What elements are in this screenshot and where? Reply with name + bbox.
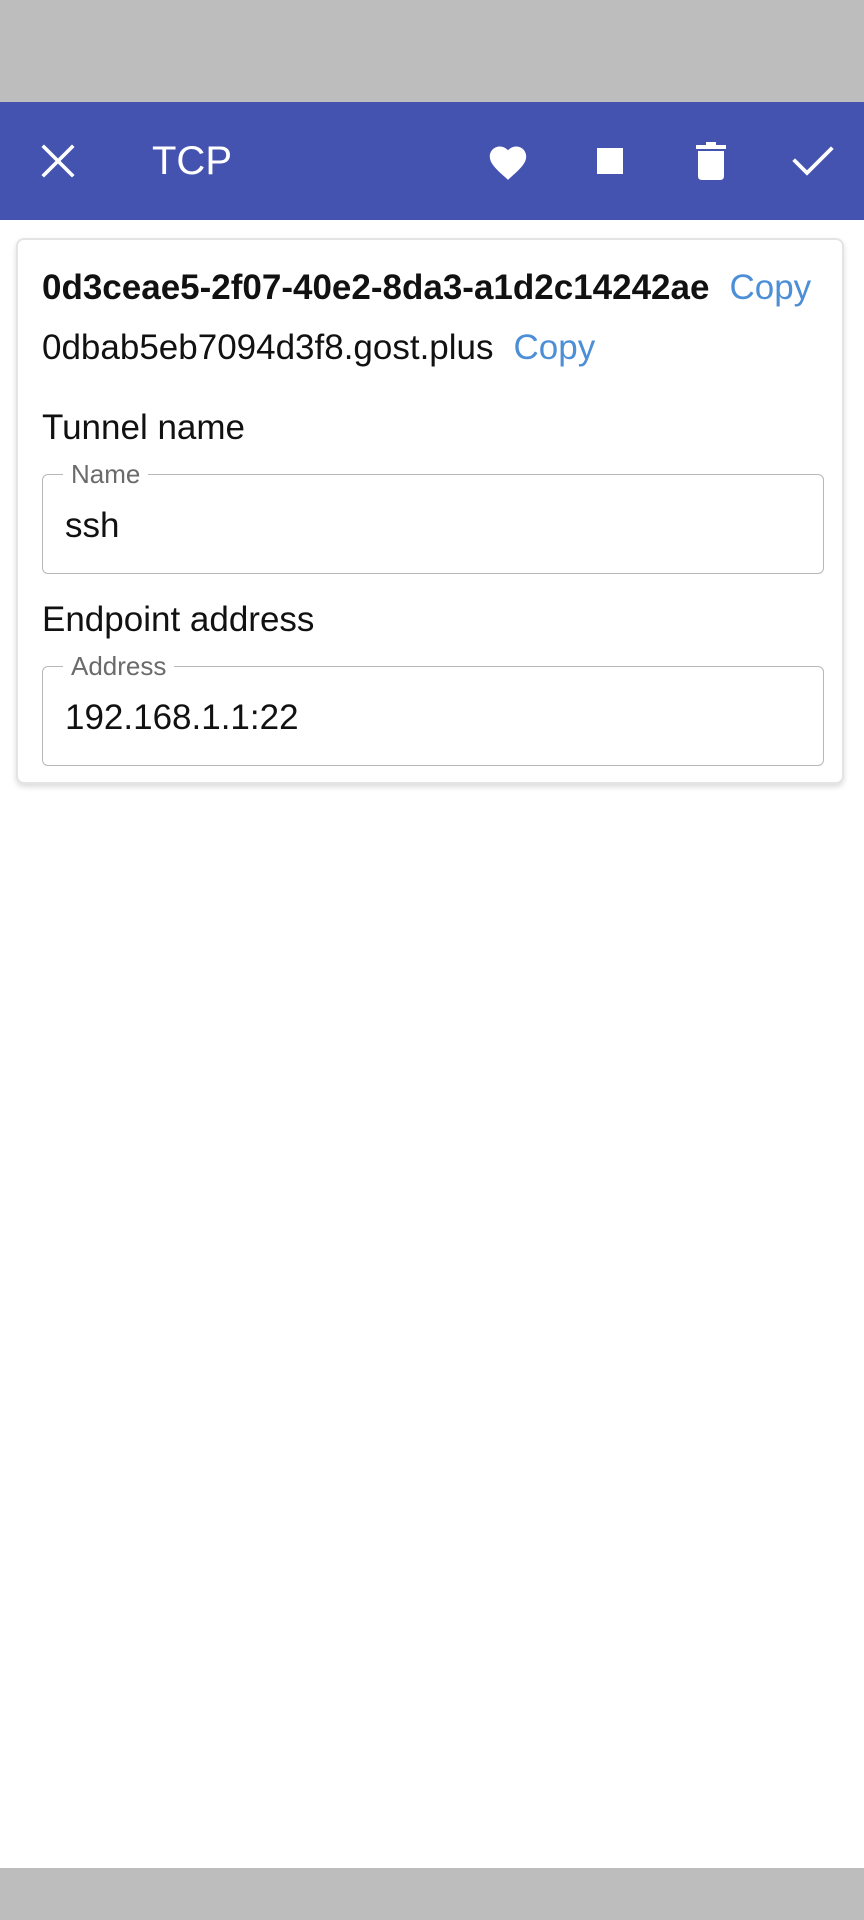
name-field-label: Name: [63, 459, 149, 489]
heart-icon: [489, 146, 527, 180]
tunnel-name-label: Tunnel name: [42, 408, 245, 447]
status-bar: [0, 0, 864, 102]
name-field[interactable]: Name: [42, 459, 824, 574]
name-input[interactable]: [65, 501, 795, 551]
copy-id-button[interactable]: Copy: [729, 268, 811, 307]
page-title: TCP: [152, 139, 232, 183]
stop-icon: [597, 148, 623, 174]
endpoint-address-label: Endpoint address: [42, 600, 315, 639]
close-icon: [41, 144, 75, 178]
address-input[interactable]: [65, 693, 795, 743]
tunnel-id-row: 0d3ceae5-2f07-40e2-8da3-a1d2c14242ae Copy: [42, 268, 811, 308]
close-button[interactable]: [8, 102, 108, 220]
copy-host-button[interactable]: Copy: [514, 328, 596, 367]
app-bar: TCP: [0, 102, 864, 220]
tunnel-card: 0d3ceae5-2f07-40e2-8da3-a1d2c14242ae Copy…: [16, 238, 844, 784]
tunnel-host: 0dbab5eb7094d3f8.gost.plus: [42, 328, 494, 367]
delete-button[interactable]: [661, 102, 761, 220]
check-icon: [792, 146, 834, 176]
favorite-button[interactable]: [458, 102, 558, 220]
address-field[interactable]: Address: [42, 651, 824, 766]
stop-button[interactable]: [560, 102, 660, 220]
navigation-bar: [0, 1868, 864, 1920]
save-button[interactable]: [763, 102, 863, 220]
tunnel-id: 0d3ceae5-2f07-40e2-8da3-a1d2c14242ae: [42, 268, 710, 307]
tunnel-host-row: 0dbab5eb7094d3f8.gost.plus Copy: [42, 328, 595, 368]
address-field-label: Address: [63, 651, 175, 681]
trash-icon: [696, 142, 726, 180]
